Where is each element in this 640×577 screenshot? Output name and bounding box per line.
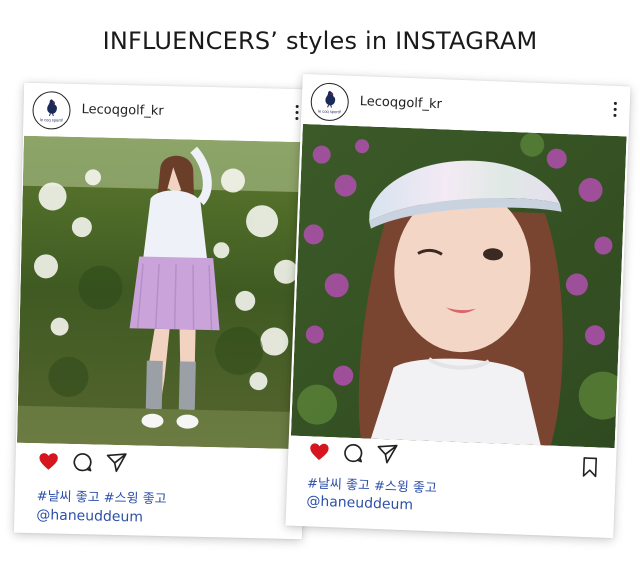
post-actions [37, 450, 127, 474]
bookmark-icon[interactable] [582, 457, 599, 478]
comment-icon[interactable] [342, 442, 365, 465]
post-header: le coq sportif Lecoqgolf_kr [23, 83, 312, 140]
avatar[interactable]: le coq sportif [32, 90, 71, 130]
avatar[interactable]: le coq sportif [310, 82, 350, 122]
more-options-icon[interactable] [293, 104, 299, 123]
post-photo [16, 135, 310, 450]
share-icon[interactable] [105, 452, 127, 474]
post-hashtags[interactable]: #날씨 좋고 #스윙 좋고 [37, 485, 167, 507]
instagram-post-card-2: le coq sportif Lecoqgolf_kr #날씨 좋고 #스윙 좋… [285, 73, 631, 539]
post-username[interactable]: Lecoqgolf_kr [359, 94, 442, 112]
post-hashtags[interactable]: #날씨 좋고 #스윙 좋고 [307, 472, 438, 496]
heart-icon[interactable] [37, 450, 59, 472]
instagram-post-card-1: le coq sportif Lecoqgolf_kr #날씨 좋고 #스윙 좋… [13, 82, 313, 540]
post-handle[interactable]: @haneuddeum [36, 507, 143, 525]
post-handle[interactable]: @haneuddeum [306, 493, 413, 513]
heart-icon[interactable] [308, 440, 331, 463]
avatar-brand-text: le coq sportif [317, 108, 341, 115]
rooster-logo-icon [325, 90, 336, 108]
post-actions [308, 440, 399, 465]
rooster-logo-icon [47, 99, 57, 117]
comment-icon[interactable] [71, 451, 93, 473]
share-icon[interactable] [376, 443, 399, 466]
avatar-brand-text: le coq sportif [39, 117, 63, 123]
more-options-icon[interactable] [611, 101, 618, 120]
page-headline: INFLUENCERS’ styles in INSTAGRAM [102, 27, 538, 55]
post-username[interactable]: Lecoqgolf_kr [81, 102, 163, 119]
post-photo [290, 123, 627, 449]
